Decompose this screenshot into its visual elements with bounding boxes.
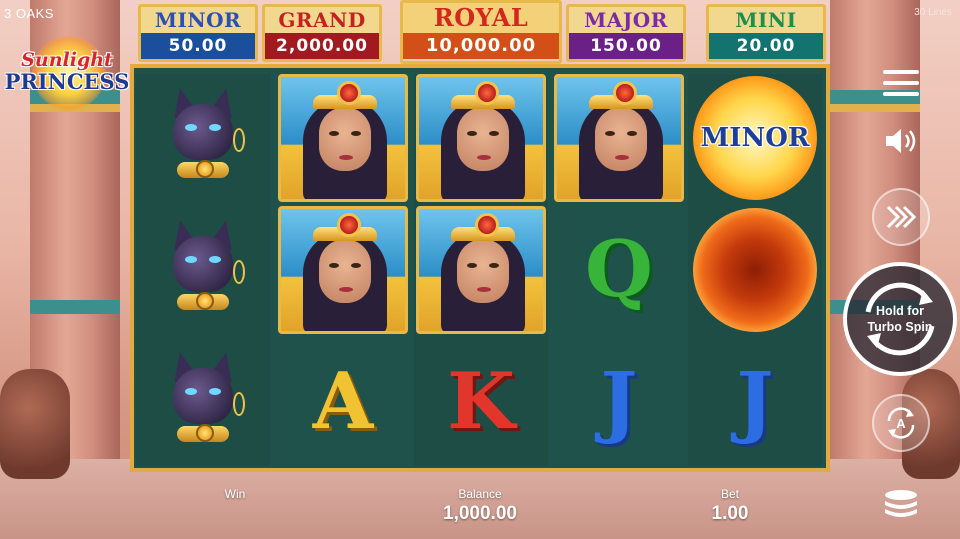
background-vase xyxy=(0,369,70,479)
balance-display: Balance 1,000.00 xyxy=(410,486,550,526)
cat-symbol xyxy=(138,338,268,466)
jackpot-mini: MINI 20.00 xyxy=(706,4,826,62)
bet-settings-button[interactable] xyxy=(872,476,930,534)
win-label: Win xyxy=(224,487,246,501)
sun-minor-symbol: MINOR xyxy=(690,74,820,202)
jackpot-value: 10,000.00 xyxy=(403,33,559,59)
letter-q: Q xyxy=(585,224,653,315)
jackpot-grand: GRAND 2,000.00 xyxy=(262,4,382,62)
pillar-band xyxy=(30,300,120,314)
bet-value: 1.00 xyxy=(711,503,749,524)
lines-count: 30 Lines xyxy=(914,7,952,18)
jackpot-minor: MINOR 50.00 xyxy=(138,4,258,62)
sun-jackpot-label: MINOR xyxy=(700,123,810,153)
spin-button[interactable]: Hold for Turbo Spin xyxy=(843,262,957,376)
bottom-bar: Win Balance 1,000.00 Bet 1.00 xyxy=(130,472,830,539)
reel-column: Q J xyxy=(552,74,686,466)
princess-symbol xyxy=(416,74,546,202)
fire-sun-icon xyxy=(693,208,817,332)
jackpot-label: MINOR xyxy=(141,7,255,33)
balance-label: Balance xyxy=(458,487,502,501)
letter-symbol-k: K xyxy=(416,338,546,466)
letter-j: J xyxy=(600,356,638,447)
letter-symbol-q: Q xyxy=(554,206,684,334)
sound-icon xyxy=(886,129,916,153)
princess-icon xyxy=(416,74,546,202)
autoplay-letter: A xyxy=(896,415,906,431)
brand-name: 3 OAKS xyxy=(4,6,54,21)
jackpot-label: MINI xyxy=(709,7,823,33)
letter-symbol-j: J xyxy=(554,338,684,466)
menu-button[interactable] xyxy=(872,54,930,112)
bet-label: Bet xyxy=(720,487,739,501)
letter-symbol-a: A xyxy=(278,338,408,466)
balance-value: 1,000.00 xyxy=(443,503,517,524)
fast-forward-icon xyxy=(886,205,917,229)
cat-icon xyxy=(163,349,245,452)
reel-column: A xyxy=(276,74,410,466)
reel-grid: A K Q J MINOR J xyxy=(130,64,830,472)
logo-title-line2: PRINCESS xyxy=(4,69,130,94)
fire-sun-symbol xyxy=(690,206,820,334)
princess-icon xyxy=(278,74,408,202)
bet-display: Bet 1.00 xyxy=(690,486,770,526)
sun-icon: MINOR xyxy=(693,76,817,200)
jackpot-label: ROYAL xyxy=(403,3,559,33)
letter-symbol-j: J xyxy=(690,338,820,466)
jackpot-value: 2,000.00 xyxy=(265,33,379,59)
cat-icon xyxy=(163,85,245,188)
letter-k: K xyxy=(447,356,515,447)
reel-column xyxy=(136,74,270,466)
autoplay-button[interactable]: A xyxy=(872,394,930,452)
fast-forward-button[interactable] xyxy=(872,188,930,246)
jackpot-label: GRAND xyxy=(265,7,379,33)
princess-icon xyxy=(554,74,684,202)
cat-symbol xyxy=(138,74,268,202)
cat-symbol xyxy=(138,206,268,334)
princess-symbol xyxy=(278,206,408,334)
jackpot-value: 150.00 xyxy=(569,33,683,59)
princess-icon xyxy=(278,206,408,334)
princess-symbol xyxy=(416,206,546,334)
jackpot-value: 20.00 xyxy=(709,33,823,59)
spin-label: Hold for Turbo Spin xyxy=(867,304,933,334)
win-display: Win xyxy=(190,486,280,502)
princess-symbol xyxy=(278,74,408,202)
sound-button[interactable] xyxy=(876,116,926,166)
menu-icon xyxy=(883,70,919,96)
coins-icon xyxy=(885,490,917,517)
letter-j: J xyxy=(736,356,774,447)
jackpot-value: 50.00 xyxy=(141,33,255,59)
princess-icon xyxy=(416,206,546,334)
game-logo: Sunlight PRINCESS xyxy=(4,36,130,110)
jackpot-label: MAJOR xyxy=(569,7,683,33)
letter-a: A xyxy=(312,356,374,447)
cat-icon xyxy=(163,217,245,320)
princess-symbol xyxy=(554,74,684,202)
reel-column: MINOR J xyxy=(688,74,822,466)
logo-title-line1: Sunlight xyxy=(21,49,113,71)
reel-column: K xyxy=(414,74,548,466)
jackpot-royal: ROYAL 10,000.00 xyxy=(400,0,562,64)
jackpot-major: MAJOR 150.00 xyxy=(566,4,686,62)
